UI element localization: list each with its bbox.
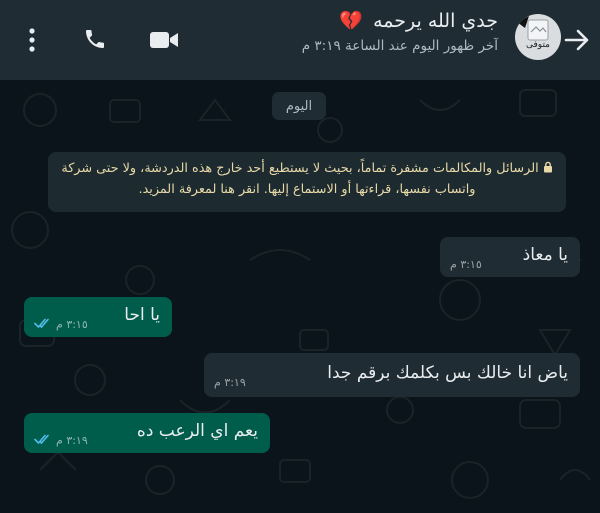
message-text: ياض انا خالك بس بكلمك برقم جدا bbox=[327, 363, 568, 383]
contact-name-text: جدي الله يرحمه bbox=[373, 10, 498, 32]
message-text: يعم اي الرعب ده bbox=[136, 421, 258, 441]
read-ticks-icon bbox=[34, 318, 49, 329]
broken-heart-icon: 💔 bbox=[339, 10, 364, 32]
avatar-label: متوفى bbox=[526, 40, 550, 50]
date-separator: اليوم bbox=[272, 92, 326, 120]
more-options-icon[interactable] bbox=[22, 24, 42, 56]
contact-info[interactable]: جدي الله يرحمه 💔 آخر ظهور اليوم عند السا… bbox=[302, 8, 498, 56]
encryption-notice-text: الرسائل والمكالمات مشفرة تماماً، بحيث لا… bbox=[61, 161, 539, 197]
message-text: يا احا bbox=[124, 305, 160, 325]
encryption-notice[interactable]: الرسائل والمكالمات مشفرة تماماً، بحيث لا… bbox=[48, 152, 566, 212]
lock-icon bbox=[543, 161, 552, 173]
message-time: ٣:١٥ م bbox=[56, 318, 88, 331]
last-seen-status: آخر ظهور اليوم عند الساعة ٣:١٩ م bbox=[301, 38, 498, 54]
message-text: يا معاذ bbox=[522, 245, 568, 265]
message-time: ٣:١٥ م bbox=[450, 258, 482, 271]
message-outgoing[interactable]: يا احا ٣:١٥ م bbox=[24, 297, 172, 337]
message-incoming[interactable]: يا معاذ ٣:١٥ م bbox=[440, 237, 580, 277]
message-time: ٣:١٩ م bbox=[214, 376, 246, 389]
chat-header: متوفى جدي الله يرحمه 💔 آخر ظهور اليوم عن… bbox=[0, 0, 600, 80]
contact-name: جدي الله يرحمه 💔 bbox=[302, 8, 498, 34]
message-incoming[interactable]: ياض انا خالك بس بكلمك برقم جدا ٣:١٩ م bbox=[204, 353, 580, 397]
back-arrow-icon[interactable] bbox=[562, 26, 592, 54]
voice-call-icon[interactable] bbox=[80, 24, 110, 54]
avatar[interactable]: متوفى bbox=[515, 14, 561, 60]
message-outgoing[interactable]: يعم اي الرعب ده ٣:١٩ م bbox=[24, 413, 270, 453]
video-call-icon[interactable] bbox=[146, 26, 182, 54]
message-time: ٣:١٩ م bbox=[56, 434, 88, 447]
chat-area[interactable]: اليوم الرسائل والمكالمات مشفرة تماماً، ب… bbox=[0, 80, 600, 513]
read-ticks-icon bbox=[34, 434, 49, 445]
